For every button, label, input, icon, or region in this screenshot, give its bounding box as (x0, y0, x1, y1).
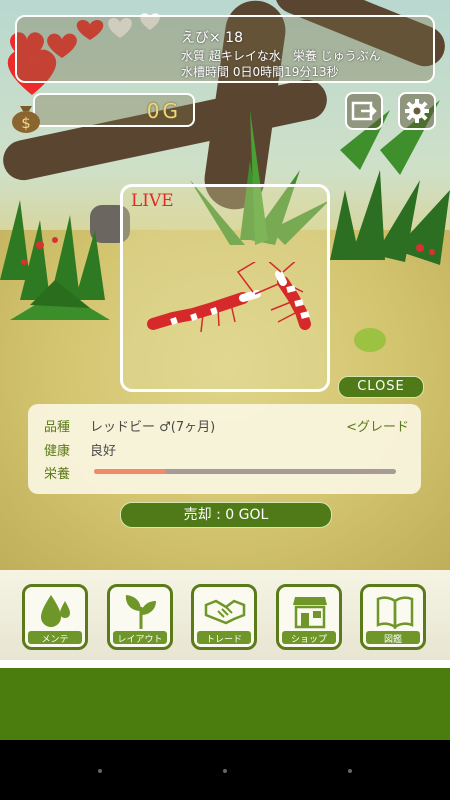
nav-trade-button[interactable]: トレード (191, 584, 257, 650)
gear-icon (405, 99, 429, 123)
species-label: 品種 (44, 420, 71, 435)
tank-time: 水槽時間 0日0時間19分13秒 (181, 65, 339, 79)
share-button[interactable] (345, 92, 383, 130)
water-quality: 水質 超キレイな水 栄養 じゅうぶん (181, 49, 381, 63)
sell-button[interactable]: 売却 : 0 GOL (120, 502, 332, 528)
close-button[interactable]: CLOSE (338, 376, 424, 398)
svg-text:$: $ (21, 114, 31, 132)
money-panel: 0G (33, 93, 195, 127)
handshake-icon (204, 599, 246, 625)
nav-encyclopedia-button[interactable]: 図鑑 (360, 584, 426, 650)
settings-button[interactable] (398, 92, 436, 130)
nav-layout-button[interactable]: レイアウト (107, 584, 173, 650)
live-view: LIVE (120, 184, 330, 392)
system-home-dot[interactable] (223, 769, 227, 773)
nav-label-shop: ショップ (290, 635, 327, 645)
system-recent-dot[interactable] (348, 769, 352, 773)
drops-icon (41, 595, 70, 627)
shop-icon (293, 597, 327, 629)
health-value: 良好 (90, 444, 117, 459)
nav-label-trade: トレード (205, 635, 242, 645)
status-panel: えび× 18 水質 超キレイな水 栄養 じゅうぶん 水槽時間 0日0時間19分1… (15, 15, 435, 83)
nav-maintenance-button[interactable]: メンテ (22, 584, 88, 650)
nutrition-fill (94, 469, 167, 474)
book-icon (376, 596, 414, 630)
ad-area (0, 668, 450, 740)
shrimp-info-panel: 品種 レッドビー ♂(7ヶ月) <グレード 健康 良好 栄養 (28, 404, 421, 494)
nav-label-layout: レイアウト (117, 635, 163, 645)
nav-label-maintenance: メンテ (41, 635, 69, 645)
share-icon (351, 101, 377, 121)
plant-icon (125, 595, 156, 629)
bottom-nav: メンテ レイアウト トレード ショップ 図鑑 (0, 570, 450, 660)
nav-shop-button[interactable]: ショップ (276, 584, 342, 650)
shrimp-image (147, 262, 311, 333)
live-label: LIVE (131, 191, 174, 211)
health-label: 健康 (44, 444, 71, 459)
money-bag-icon: $ (12, 106, 40, 133)
nutrition-label: 栄養 (44, 467, 71, 482)
nutrition-bar (94, 469, 396, 474)
system-back-dot[interactable] (98, 769, 102, 773)
nav-label-encyclopedia: 図鑑 (383, 635, 402, 645)
shrimp-count: えび× 18 (181, 30, 243, 46)
money-amount: 0G (146, 99, 181, 123)
divider (0, 660, 450, 668)
species-value: レッドビー ♂(7ヶ月) (90, 420, 216, 435)
grade-link[interactable]: <グレード (346, 416, 409, 435)
